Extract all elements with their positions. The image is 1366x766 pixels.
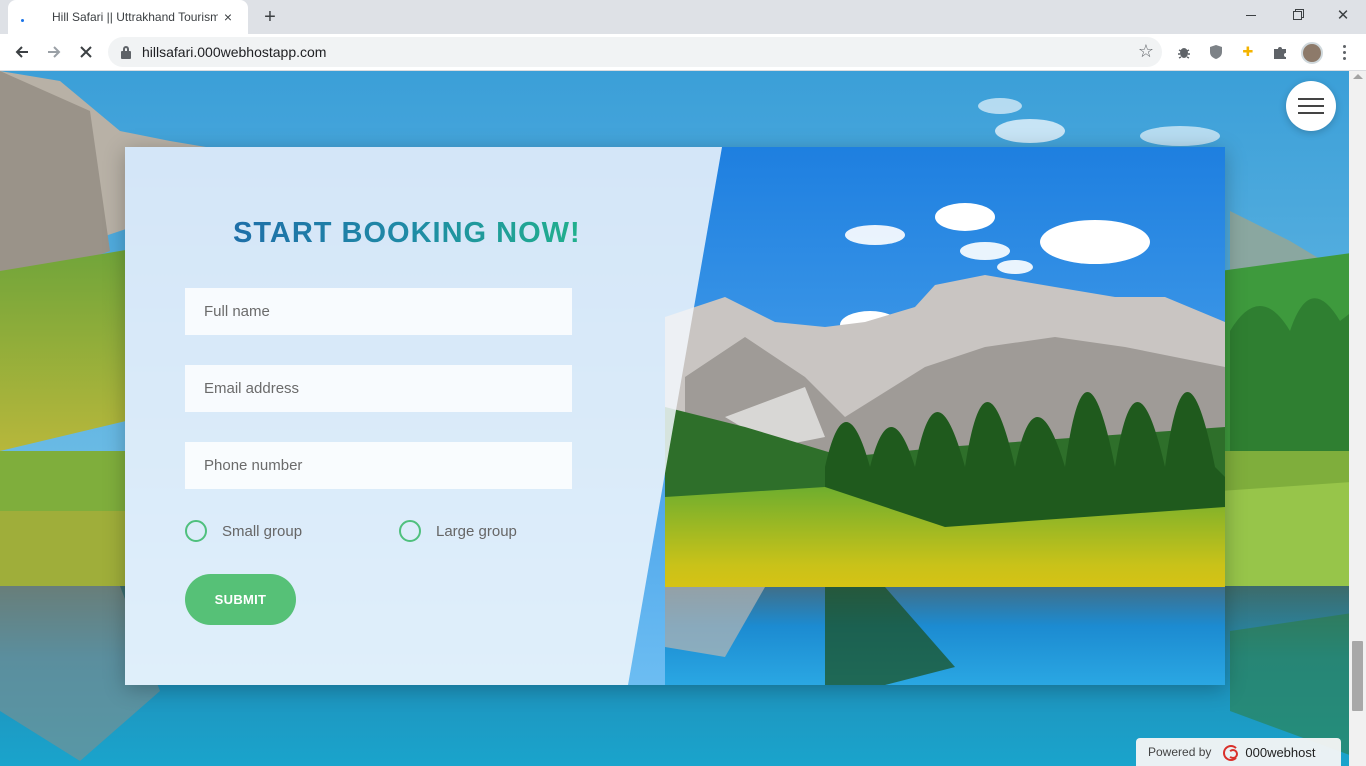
profile-avatar[interactable] bbox=[1301, 42, 1323, 64]
powered-by-text: Powered by bbox=[1148, 745, 1212, 759]
close-icon bbox=[80, 46, 92, 58]
minimize-icon bbox=[1246, 14, 1256, 16]
back-button[interactable] bbox=[8, 38, 36, 66]
radio-small-group[interactable]: Small group bbox=[185, 520, 302, 542]
restore-icon bbox=[1292, 10, 1302, 20]
arrow-left-icon bbox=[15, 46, 28, 58]
tab-close-icon[interactable]: × bbox=[218, 7, 238, 27]
stop-loading-button[interactable] bbox=[72, 38, 100, 66]
loading-favicon-icon bbox=[20, 9, 36, 25]
page-viewport: START BOOKING NOW! Full name Email addre… bbox=[0, 71, 1366, 766]
hamburger-menu-button[interactable] bbox=[1286, 81, 1336, 131]
000webhost-logo-icon bbox=[1221, 744, 1241, 761]
phone-input[interactable]: Phone number bbox=[185, 442, 572, 489]
radio-circle-icon[interactable] bbox=[399, 520, 421, 542]
bookmark-star-icon[interactable]: ☆ bbox=[1138, 41, 1154, 62]
tab-title: Hill Safari || Uttrakhand Tourism bbox=[52, 10, 218, 24]
browser-tab-active[interactable]: Hill Safari || Uttrakhand Tourism × bbox=[8, 0, 248, 34]
address-bar[interactable]: hillsafari.000webhostapp.com ☆ bbox=[108, 37, 1162, 67]
host-brand-text: 000webhost bbox=[1245, 744, 1316, 760]
scroll-up-arrow-icon[interactable] bbox=[1353, 74, 1363, 79]
browser-tabstrip: Hill Safari || Uttrakhand Tourism × + ✕ bbox=[0, 0, 1366, 34]
window-restore-button[interactable] bbox=[1274, 0, 1320, 30]
radio-circle-icon[interactable] bbox=[185, 520, 207, 542]
new-tab-button[interactable]: + bbox=[258, 5, 282, 29]
arrow-right-icon bbox=[48, 46, 61, 58]
radio-large-group[interactable]: Large group bbox=[399, 520, 517, 542]
forward-button[interactable] bbox=[40, 38, 68, 66]
extension-bug-icon[interactable] bbox=[1173, 41, 1195, 63]
url-text[interactable]: hillsafari.000webhostapp.com bbox=[142, 44, 326, 60]
extension-plus-icon[interactable]: ✚ bbox=[1237, 41, 1259, 63]
close-icon: ✕ bbox=[1336, 7, 1350, 24]
booking-card: START BOOKING NOW! Full name Email addre… bbox=[125, 147, 1225, 685]
browser-menu-icon[interactable] bbox=[1335, 41, 1353, 63]
extensions-puzzle-icon[interactable] bbox=[1269, 41, 1291, 63]
window-close-button[interactable]: ✕ bbox=[1320, 0, 1366, 30]
full-name-input[interactable]: Full name bbox=[185, 288, 572, 335]
extension-shield-icon[interactable] bbox=[1205, 41, 1227, 63]
radio-large-group-label: Large group bbox=[436, 522, 517, 540]
page-scrollbar[interactable] bbox=[1349, 71, 1366, 766]
submit-button[interactable]: SUBMIT bbox=[185, 574, 296, 625]
browser-toolbar: hillsafari.000webhostapp.com ☆ ✚ bbox=[0, 34, 1366, 71]
radio-small-group-label: Small group bbox=[222, 522, 303, 540]
powered-by-badge[interactable]: Powered by 000webhost bbox=[1136, 738, 1341, 766]
window-minimize-button[interactable] bbox=[1228, 0, 1274, 30]
lock-icon bbox=[120, 45, 132, 59]
email-input[interactable]: Email address bbox=[185, 365, 572, 412]
booking-title: START BOOKING NOW! bbox=[233, 217, 581, 249]
scrollbar-thumb[interactable] bbox=[1352, 641, 1363, 711]
